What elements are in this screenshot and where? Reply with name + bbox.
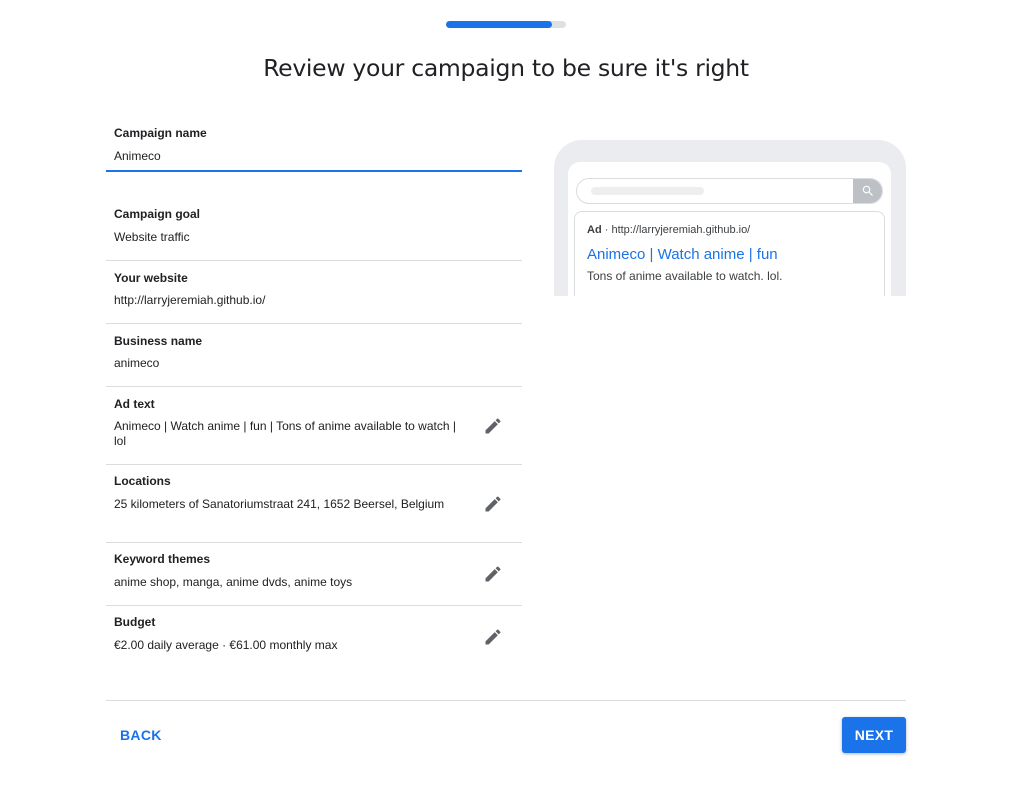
page-title: Review your campaign to be sure it's rig…	[263, 54, 749, 82]
keyword-themes-label: Keyword themes	[114, 552, 211, 566]
locations-value: 25 kilometers of Sanatoriumstraat 241, 1…	[114, 497, 445, 511]
website-row: Your website http://larryjeremiah.github…	[106, 261, 522, 324]
review-list: Campaign name Campaign goal Website traf…	[106, 116, 522, 669]
progress-fill	[446, 21, 552, 28]
campaign-goal-value: Website traffic	[114, 230, 190, 244]
budget-label: Budget	[114, 615, 156, 629]
footer-divider	[106, 700, 906, 701]
ad-card: Ad · http://larryjeremiah.github.io/ Ani…	[574, 211, 885, 296]
edit-budget-button[interactable]	[481, 625, 505, 649]
progress-bar	[446, 21, 566, 28]
ad-description: Tons of anime available to watch. lol.	[587, 269, 783, 283]
back-button[interactable]: BACK	[110, 720, 172, 750]
business-name-row: Business name animeco	[106, 324, 522, 387]
preview-search-bar	[576, 178, 883, 204]
business-name-value: animeco	[114, 356, 160, 370]
business-name-label: Business name	[114, 334, 203, 348]
ad-label: Ad	[587, 224, 602, 236]
campaign-name-input[interactable]	[106, 145, 522, 172]
ad-meta: Ad · http://larryjeremiah.github.io/	[587, 224, 750, 236]
ad-text-value: Animeco | Watch anime | fun | Tons of an…	[114, 419, 456, 448]
website-label: Your website	[114, 271, 188, 285]
keyword-themes-value: anime shop, manga, anime dvds, anime toy…	[114, 575, 353, 589]
ad-display-url: http://larryjeremiah.github.io/	[611, 224, 751, 236]
preview-search-button	[853, 179, 882, 203]
next-button[interactable]: NEXT	[842, 717, 906, 753]
search-icon	[862, 185, 873, 196]
campaign-name-label: Campaign name	[114, 126, 207, 140]
ad-text-label: Ad text	[114, 397, 155, 411]
locations-label: Locations	[114, 474, 171, 488]
phone-screen: Ad · http://larryjeremiah.github.io/ Ani…	[568, 162, 891, 296]
edit-locations-button[interactable]	[481, 492, 505, 516]
campaign-goal-row: Campaign goal Website traffic	[106, 197, 522, 261]
search-placeholder	[591, 187, 704, 195]
keyword-themes-row: Keyword themes anime shop, manga, anime …	[106, 543, 522, 606]
ad-text-row: Ad text Animeco | Watch anime | fun | To…	[106, 387, 522, 465]
pencil-icon	[485, 496, 501, 512]
budget-value: €2.00 daily average · €61.00 monthly max	[114, 638, 338, 652]
locations-row: Locations 25 kilometers of Sanatoriumstr…	[106, 465, 522, 543]
ad-preview: Ad · http://larryjeremiah.github.io/ Ani…	[554, 140, 906, 296]
ad-headline: Animeco | Watch anime | fun	[587, 246, 778, 263]
edit-keyword-themes-button[interactable]	[481, 562, 505, 586]
pencil-icon	[485, 418, 501, 434]
pencil-icon	[485, 629, 501, 645]
pencil-icon	[485, 566, 501, 582]
campaign-name-row: Campaign name	[106, 116, 522, 197]
edit-ad-text-button[interactable]	[481, 414, 505, 438]
ad-separator: ·	[601, 224, 612, 236]
budget-row: Budget €2.00 daily average · €61.00 mont…	[106, 606, 522, 669]
campaign-goal-label: Campaign goal	[114, 207, 201, 221]
website-value: http://larryjeremiah.github.io/	[114, 293, 266, 307]
